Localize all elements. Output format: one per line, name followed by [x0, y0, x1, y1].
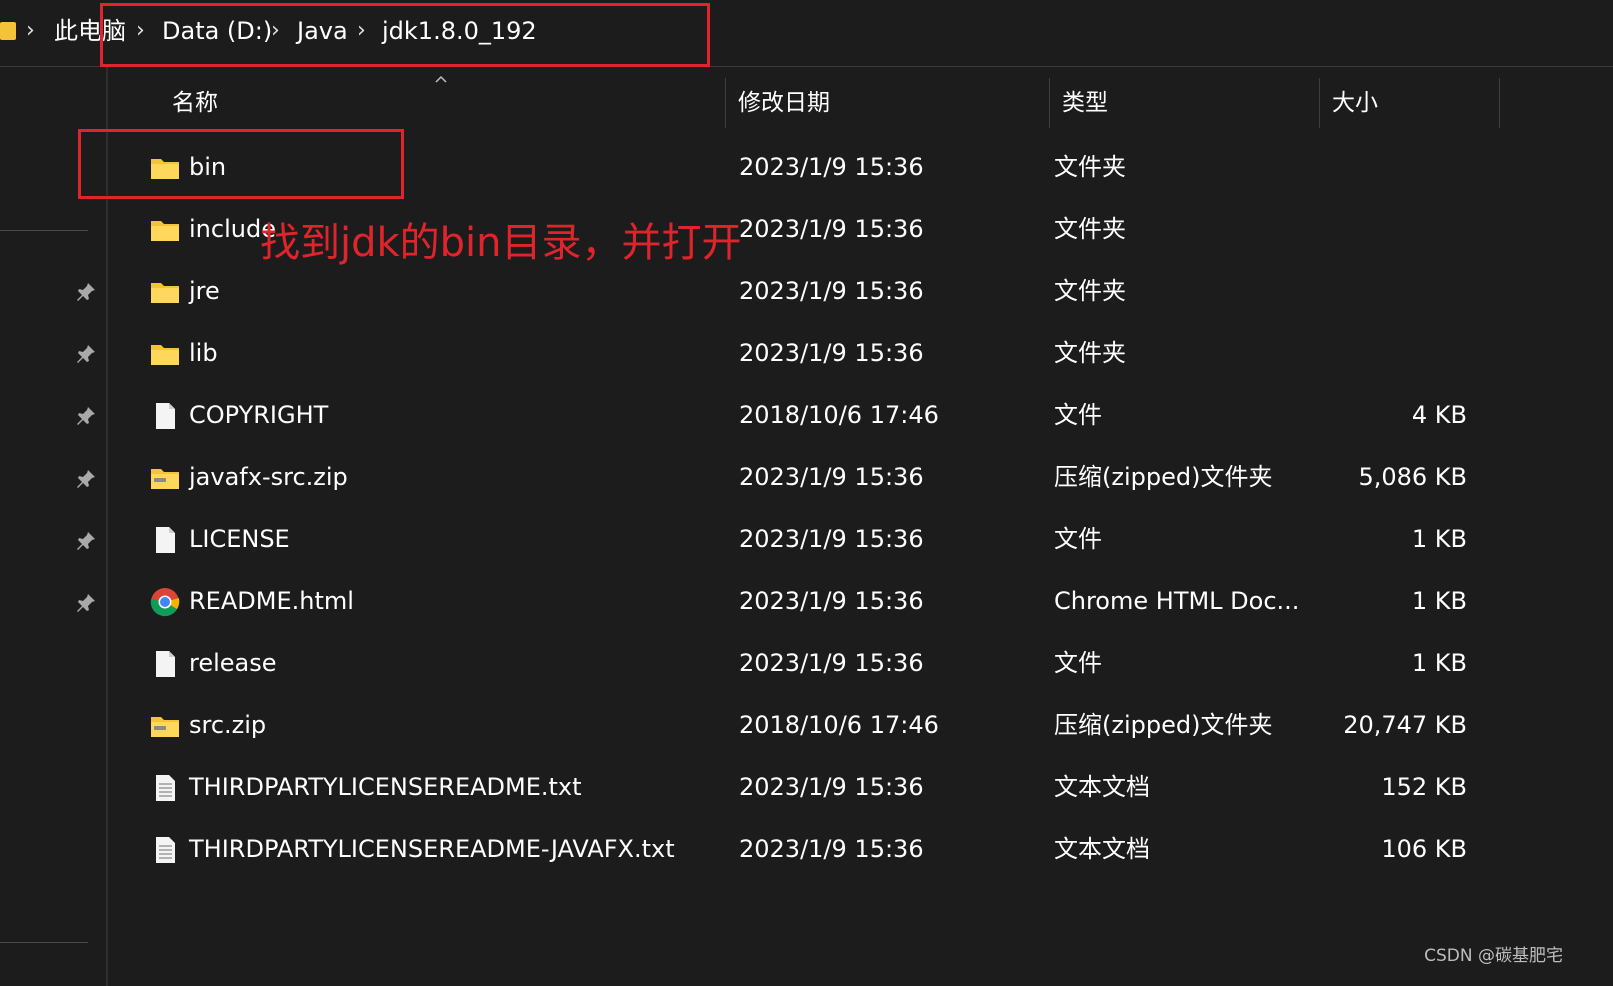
- file-icon: [156, 527, 175, 553]
- file-type: 文件夹: [1054, 277, 1126, 305]
- column-divider[interactable]: [1319, 78, 1320, 128]
- nav-divider: [0, 230, 88, 231]
- file-type: 文件夹: [1054, 339, 1126, 367]
- file-modified: 2023/1/9 15:36: [739, 773, 924, 801]
- text-file-icon: [156, 775, 175, 801]
- file-modified: 2023/1/9 15:36: [739, 153, 924, 181]
- folder-icon: [0, 22, 16, 40]
- file-row[interactable]: jre 2023/1/9 15:36 文件夹: [140, 263, 1510, 321]
- file-modified: 2023/1/9 15:36: [739, 525, 924, 553]
- file-row[interactable]: src.zip 2018/10/6 17:46 压缩(zipped)文件夹 20…: [140, 697, 1510, 755]
- file-row[interactable]: THIRDPARTYLICENSEREADME-JAVAFX.txt 2023/…: [140, 821, 1510, 879]
- bin-highlight-box: [78, 129, 404, 199]
- file-name: javafx-src.zip: [189, 463, 348, 491]
- file-type: 压缩(zipped)文件夹: [1054, 711, 1273, 739]
- file-name: jre: [189, 277, 220, 305]
- file-type: 文件夹: [1054, 153, 1126, 181]
- nav-divider: [0, 942, 88, 943]
- file-row[interactable]: COPYRIGHT 2018/10/6 17:46 文件 4 KB: [140, 387, 1510, 445]
- file-size: 20,747 KB: [1343, 711, 1467, 739]
- column-header-name[interactable]: 名称: [172, 86, 218, 120]
- file-row[interactable]: THIRDPARTYLICENSEREADME.txt 2023/1/9 15:…: [140, 759, 1510, 817]
- pin-icon[interactable]: [74, 342, 98, 366]
- pin-icon[interactable]: [74, 404, 98, 428]
- file-name: release: [189, 649, 277, 677]
- folder-icon: [151, 221, 179, 241]
- file-modified: 2018/10/6 17:46: [739, 711, 939, 739]
- folder-icon: [151, 345, 179, 365]
- file-name: LICENSE: [189, 525, 290, 553]
- file-name: THIRDPARTYLICENSEREADME-JAVAFX.txt: [189, 835, 675, 863]
- pin-icon[interactable]: [74, 280, 98, 304]
- file-name: src.zip: [189, 711, 267, 739]
- text-file-icon: [156, 837, 175, 863]
- file-modified: 2023/1/9 15:36: [739, 649, 924, 677]
- annotation-text: 找到jdk的bin目录，并打开: [260, 220, 742, 266]
- file-type: 文本文档: [1054, 835, 1150, 863]
- file-type: 压缩(zipped)文件夹: [1054, 463, 1273, 491]
- file-name: README.html: [189, 587, 354, 615]
- file-row[interactable]: javafx-src.zip 2023/1/9 15:36 压缩(zipped)…: [140, 449, 1510, 507]
- file-modified: 2023/1/9 15:36: [739, 463, 924, 491]
- pin-icon[interactable]: [74, 591, 98, 615]
- pin-icon[interactable]: [74, 467, 98, 491]
- watermark: CSDN @碳基肥宅: [1424, 946, 1563, 966]
- file-type: 文件: [1054, 525, 1102, 553]
- file-modified: 2023/1/9 15:36: [739, 835, 924, 863]
- file-size: 5,086 KB: [1358, 463, 1467, 491]
- file-size: 1 KB: [1411, 525, 1467, 553]
- file-name: THIRDPARTYLICENSEREADME.txt: [189, 773, 582, 801]
- column-header-type[interactable]: 类型: [1062, 86, 1108, 120]
- column-divider[interactable]: [725, 78, 726, 128]
- file-row[interactable]: LICENSE 2023/1/9 15:36 文件 1 KB: [140, 511, 1510, 569]
- file-type: 文件: [1054, 401, 1102, 429]
- column-header-size[interactable]: 大小: [1332, 86, 1378, 120]
- sort-ascending-icon: [435, 75, 447, 83]
- file-icon: [156, 403, 175, 429]
- file-type: 文本文档: [1054, 773, 1150, 801]
- file-row[interactable]: README.html 2023/1/9 15:36 Chrome HTML D…: [140, 573, 1510, 631]
- file-modified: 2023/1/9 15:36: [739, 215, 924, 243]
- file-icon: [156, 651, 175, 677]
- file-modified: 2023/1/9 15:36: [739, 587, 924, 615]
- chrome-icon: [150, 588, 180, 617]
- file-type: Chrome HTML Doc...: [1054, 587, 1300, 615]
- file-modified: 2023/1/9 15:36: [739, 277, 924, 305]
- file-size: 4 KB: [1411, 401, 1467, 429]
- file-name: COPYRIGHT: [189, 401, 329, 429]
- file-size: 1 KB: [1411, 587, 1467, 615]
- file-size: 106 KB: [1381, 835, 1467, 863]
- file-type: 文件夹: [1054, 215, 1126, 243]
- navigation-pane[interactable]: [0, 67, 108, 986]
- column-header-modified[interactable]: 修改日期: [738, 86, 830, 120]
- file-modified: 2018/10/6 17:46: [739, 401, 939, 429]
- chevron-right-icon[interactable]: ›: [26, 14, 35, 48]
- file-name: lib: [189, 339, 218, 367]
- breadcrumb-highlight-box: [100, 3, 710, 67]
- zip-folder-icon: [151, 717, 179, 737]
- column-divider[interactable]: [1049, 78, 1050, 128]
- file-size: 152 KB: [1381, 773, 1467, 801]
- column-divider[interactable]: [1499, 78, 1500, 128]
- folder-icon: [151, 283, 179, 303]
- pin-icon[interactable]: [74, 529, 98, 553]
- file-type: 文件: [1054, 649, 1102, 677]
- zip-folder-icon: [151, 469, 179, 489]
- file-modified: 2023/1/9 15:36: [739, 339, 924, 367]
- file-row[interactable]: release 2023/1/9 15:36 文件 1 KB: [140, 635, 1510, 693]
- file-row[interactable]: lib 2023/1/9 15:36 文件夹: [140, 325, 1510, 383]
- file-size: 1 KB: [1411, 649, 1467, 677]
